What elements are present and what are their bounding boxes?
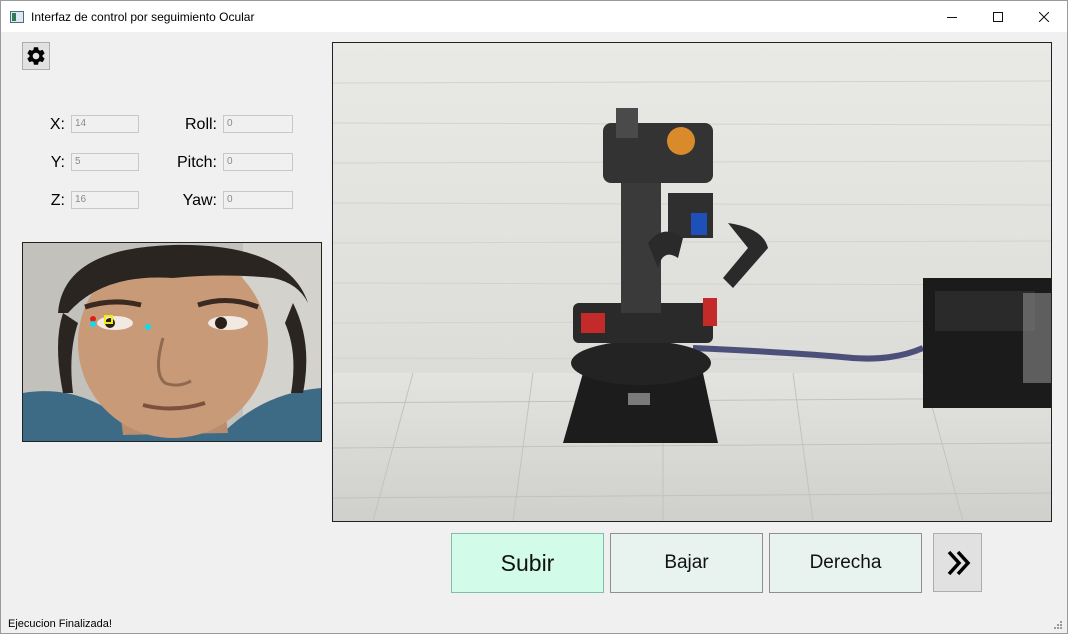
title-bar[interactable]: Interfaz de control por seguimiento Ocul… (1, 1, 1067, 32)
maximize-icon (993, 11, 1003, 22)
up-button[interactable]: Subir (451, 533, 604, 593)
roll-field[interactable]: 0 (223, 115, 293, 133)
face-camera-feed (23, 243, 321, 441)
y-field[interactable]: 5 (71, 153, 139, 171)
minimize-icon (947, 16, 957, 18)
next-button[interactable] (933, 533, 982, 592)
window-title: Interfaz de control por seguimiento Ocul… (31, 9, 255, 24)
x-field[interactable]: 14 (71, 115, 139, 133)
y-label: Y: (50, 154, 65, 171)
window-controls (929, 1, 1067, 32)
z-field[interactable]: 16 (71, 191, 139, 209)
status-text: Ejecucion Finalizada! (8, 618, 112, 630)
pitch-label: Pitch: (176, 154, 217, 171)
gear-icon (27, 47, 45, 65)
yaw-label: Yaw: (182, 192, 217, 209)
z-label: Z: (50, 192, 65, 209)
yaw-field[interactable]: 0 (223, 191, 293, 209)
settings-button[interactable] (22, 42, 50, 70)
maximize-button[interactable] (975, 1, 1021, 32)
close-icon (1039, 11, 1049, 22)
pitch-field[interactable]: 0 (223, 153, 293, 171)
robot-camera-view (332, 42, 1052, 522)
face-camera-view (22, 242, 322, 442)
main-window: Interfaz de control por seguimiento Ocul… (0, 0, 1068, 634)
roll-label: Roll: (184, 116, 217, 133)
double-chevron-right-icon (947, 550, 970, 575)
robot-camera-feed (333, 43, 1051, 521)
resize-grip-icon[interactable] (1053, 620, 1063, 630)
app-window-icon (10, 10, 24, 23)
down-button[interactable]: Bajar (610, 533, 763, 593)
close-button[interactable] (1021, 1, 1067, 32)
minimize-button[interactable] (929, 1, 975, 32)
x-label: X: (49, 116, 65, 133)
right-button[interactable]: Derecha (769, 533, 922, 593)
